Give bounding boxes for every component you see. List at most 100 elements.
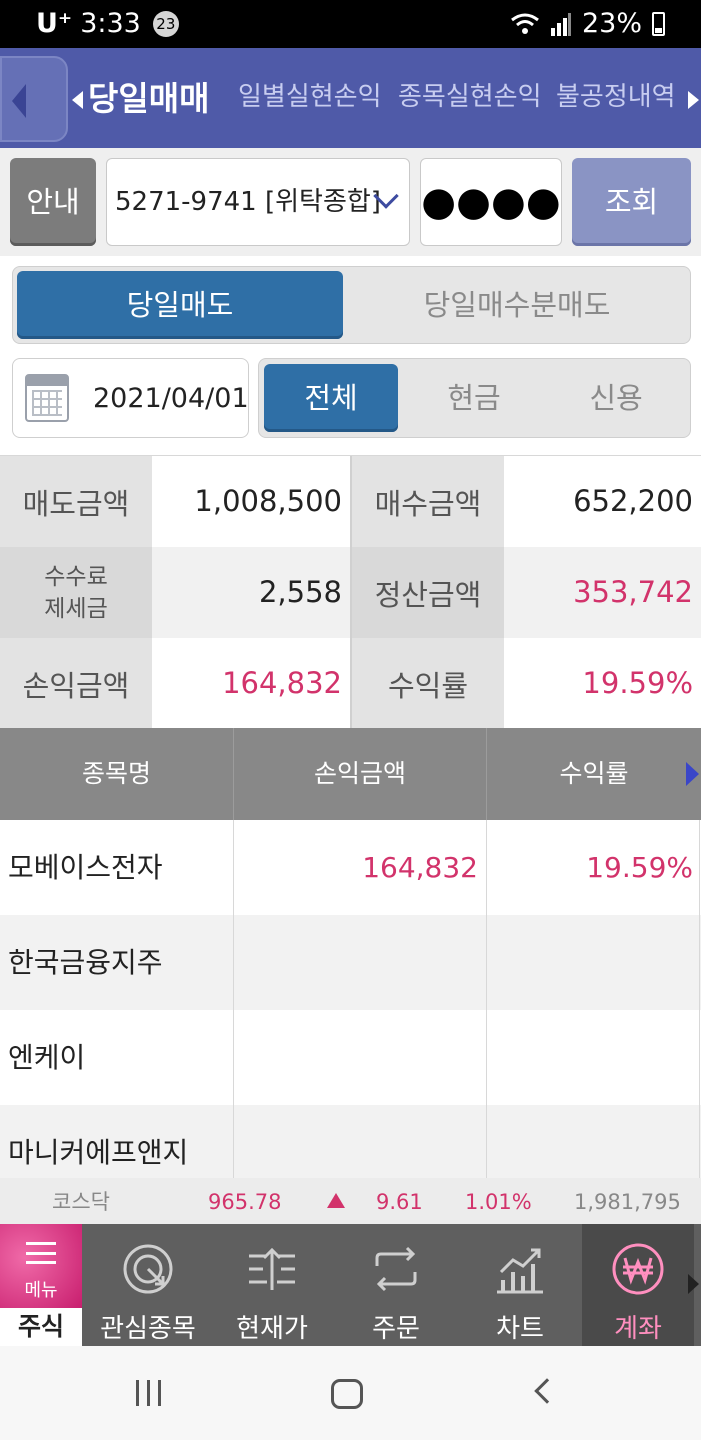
header-rate[interactable]: 수익률 (486, 728, 701, 820)
table-row[interactable]: 한국금융지주 (0, 915, 701, 1010)
pl-label: 손익금액 (0, 638, 152, 729)
settle-label: 정산금액 (352, 547, 504, 638)
tax-label: 제세금 (44, 595, 108, 622)
summary-divider (350, 456, 352, 728)
calendar-icon (25, 374, 69, 422)
notification-badge: 23 (152, 10, 179, 37)
column-divider (699, 820, 700, 1178)
carrier-label: U⁺ (36, 8, 73, 39)
clock: 3:33 (80, 8, 141, 39)
toolbar-label: 계좌 (614, 1314, 662, 1344)
stock-name: 마니커에프앤지 (8, 1136, 189, 1169)
filter-cash[interactable]: 현금 (407, 364, 541, 432)
index-price: 965.78 (208, 1190, 282, 1214)
header-stock-name[interactable]: 종목명 (0, 728, 233, 820)
tab-daily-pl[interactable]: 일별실현손익 (238, 76, 382, 113)
status-left: U⁺ 3:33 23 (36, 8, 179, 39)
stock-rate (486, 1010, 693, 1105)
exchange-icon (375, 1246, 417, 1292)
system-nav-bar (0, 1346, 701, 1440)
toolbar-chart[interactable]: 차트 (458, 1224, 582, 1346)
toolbar-watchlist[interactable]: 관심종목 (86, 1224, 210, 1346)
back-icon[interactable] (534, 1378, 560, 1404)
buy-amount-value: 652,200 (573, 484, 693, 518)
price-icon (249, 1247, 295, 1290)
stock-rate: 19.59% (586, 851, 693, 884)
up-arrow-icon (327, 1193, 345, 1208)
index-change-percent: 1.01% (465, 1190, 532, 1214)
tab-today-trade[interactable]: 당일매매 (88, 72, 209, 120)
status-right: 23% (510, 8, 665, 39)
scroll-right-arrow-icon[interactable] (686, 762, 699, 786)
target-icon (123, 1244, 173, 1294)
table-header: 종목명 손익금액 수익률 (0, 728, 701, 820)
toolbar-label: 주문 (372, 1314, 420, 1344)
guide-button[interactable]: 안내 (10, 158, 96, 246)
wifi-icon (511, 13, 539, 34)
stock-rate (486, 1105, 693, 1178)
toolbar-label: 차트 (496, 1314, 544, 1344)
index-volume: 1,981,795 (574, 1190, 681, 1214)
settle-value: 353,742 (573, 575, 693, 609)
password-field[interactable]: ●●●● (420, 158, 562, 246)
fee-tax-value: 2,558 (258, 575, 342, 609)
date-value: 2021/04/01 (93, 383, 249, 414)
table-row[interactable]: 엔케이 (0, 1010, 701, 1105)
toolbar-order[interactable]: 주문 (334, 1224, 458, 1346)
filter-all[interactable]: 전체 (264, 364, 398, 432)
account-value: 5271-9741 [위탁종합] (115, 187, 381, 217)
nav-left-arrow-icon[interactable] (72, 91, 83, 109)
filter-credit[interactable]: 신용 (549, 364, 683, 432)
type-filter: 전체 현금 신용 (258, 358, 691, 438)
sell-amount-value: 1,008,500 (194, 484, 342, 518)
status-bar: U⁺ 3:33 23 23% (0, 0, 701, 48)
stock-name: 모베이스전자 (8, 851, 163, 884)
sell-type-tabs: 당일매도 당일매수분매도 (12, 266, 691, 344)
column-divider (233, 820, 234, 1178)
tab-stock-pl[interactable]: 종목실현손익 (398, 76, 542, 113)
rate-label: 수익률 (352, 638, 504, 729)
back-button[interactable] (0, 56, 68, 142)
stock-rate (486, 915, 693, 1010)
signal-icon (550, 12, 571, 36)
toolbar-account[interactable]: 계좌 (582, 1224, 694, 1346)
stock-pl: 164,832 (362, 851, 478, 884)
nav-right-arrow-icon[interactable] (688, 91, 699, 109)
menu-button[interactable]: 메뉴 (0, 1224, 82, 1308)
tab-buy-sell-today[interactable]: 당일매수분매도 (347, 271, 687, 339)
tab-sell-today[interactable]: 당일매도 (17, 271, 343, 339)
recent-apps-icon[interactable] (136, 1380, 166, 1406)
stock-pl (233, 915, 478, 1010)
fee-tax-label: 수수료 제세금 (0, 547, 152, 638)
bottom-toolbar: 메뉴 주식 관심종목 현재가 주문 차트 계좌 (0, 1224, 701, 1346)
index-ticker[interactable]: 코스닥 965.78 9.61 1.01% 1,981,795 (0, 1178, 701, 1224)
index-name: 코스닥 (52, 1190, 110, 1214)
table-row[interactable]: 마니커에프앤지 (0, 1105, 701, 1178)
sell-amount-label: 매도금액 (0, 456, 152, 547)
menu-label: 메뉴 (24, 1280, 58, 1301)
toolbar-label: 현재가 (236, 1314, 308, 1344)
table-row[interactable]: 모베이스전자 164,832 19.59% (0, 820, 701, 915)
account-row: 안내 5271-9741 [위탁종합] ●●●● 조회 (0, 148, 701, 256)
column-divider (486, 820, 487, 1178)
toolbar-more-arrow-icon[interactable] (688, 1274, 699, 1294)
battery-percent: 23% (581, 8, 642, 39)
toolbar-current-price[interactable]: 현재가 (210, 1224, 334, 1346)
won-icon (612, 1243, 664, 1295)
summary-grid: 매도금액 1,008,500 매수금액 652,200 수수료 제세금 2,55… (0, 455, 701, 729)
account-select[interactable]: 5271-9741 [위탁종합] (106, 158, 410, 246)
tab-unfair[interactable]: 불공정내역 (556, 76, 676, 113)
query-button[interactable]: 조회 (572, 158, 691, 246)
home-icon[interactable] (331, 1379, 363, 1409)
header-pl[interactable]: 손익금액 (233, 728, 486, 820)
stock-table: 모베이스전자 164,832 19.59% 한국금융지주 엔케이 마니커에프앤지 (0, 820, 701, 1178)
rate-value: 19.59% (582, 666, 693, 700)
stock-mode-button[interactable]: 주식 (0, 1308, 82, 1346)
date-picker[interactable]: 2021/04/01 (12, 358, 249, 438)
top-nav: 당일매매 일별실현손익 종목실현손익 불공정내역 (0, 48, 701, 148)
buy-amount-label: 매수금액 (352, 456, 504, 547)
stock-name: 엔케이 (8, 1041, 86, 1074)
stock-name: 한국금융지주 (8, 946, 163, 979)
hamburger-icon (26, 1242, 56, 1264)
toolbar-label: 관심종목 (100, 1314, 196, 1344)
